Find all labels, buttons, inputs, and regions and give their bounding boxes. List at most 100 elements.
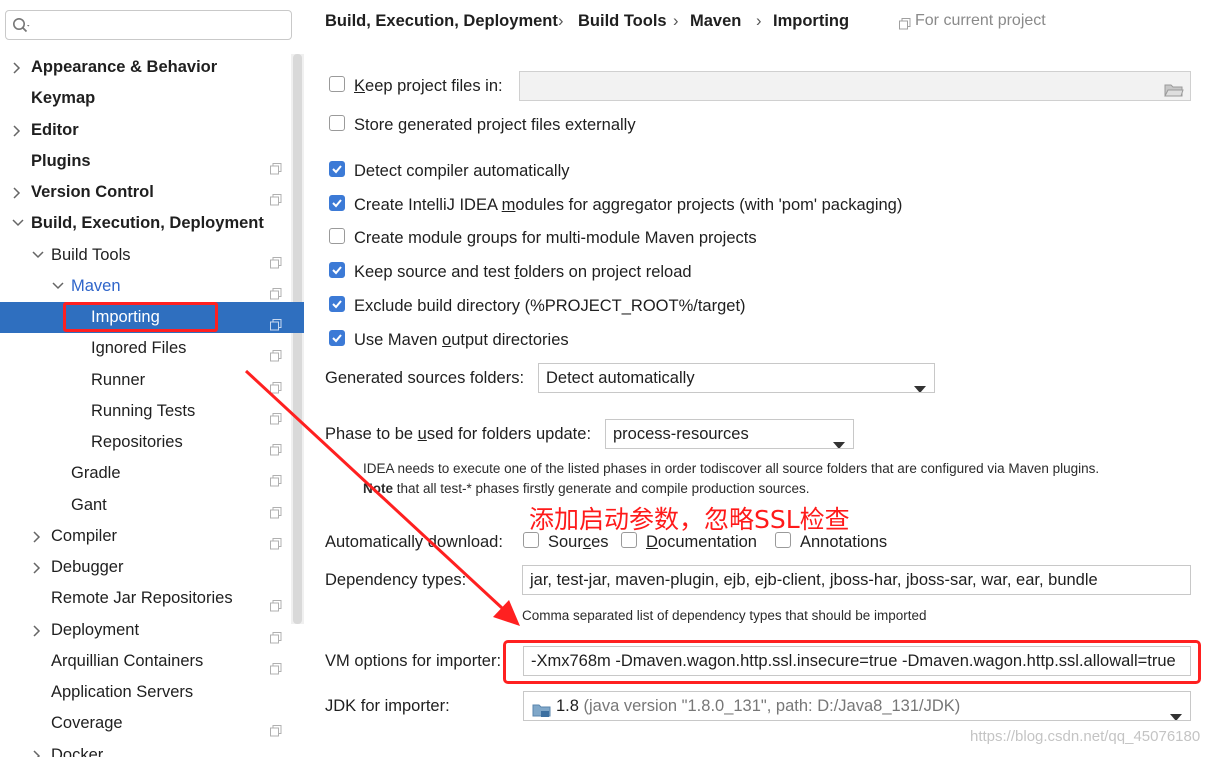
checkbox-label: Use Maven output directories	[354, 331, 569, 349]
keep-source-checkbox[interactable]	[329, 262, 345, 278]
create-groups-checkbox[interactable]	[329, 228, 345, 244]
dependency-types-hint: Comma separated list of dependency types…	[522, 608, 927, 623]
folder-icon[interactable]	[1164, 79, 1184, 100]
tree-item-label: Build, Execution, Deployment	[31, 214, 264, 232]
keep-project-files-checkbox-row[interactable]: Keep project files in:	[329, 74, 509, 98]
phase-label: Phase to be used for folders update:	[325, 425, 592, 443]
breadcrumb-item[interactable]: Build, Execution, Deployment	[325, 9, 558, 33]
chevron-down-icon[interactable]	[30, 240, 44, 271]
chevron-right-icon[interactable]	[30, 552, 44, 583]
search-input[interactable]	[36, 15, 290, 37]
detect-compiler-checkbox[interactable]	[329, 161, 345, 177]
tree-item-label: Debugger	[51, 558, 124, 576]
tree-item-label: Ignored Files	[91, 339, 187, 357]
checkbox-label: Keep project files in:	[354, 77, 503, 95]
vm-options-label: VM options for importer:	[325, 652, 502, 670]
chevron-down-icon[interactable]	[50, 271, 64, 302]
breadcrumb-item[interactable]: Build Tools	[578, 9, 667, 33]
tree-item-debugger[interactable]: Debugger	[0, 552, 291, 583]
checkbox-label: Detect compiler automatically	[354, 162, 570, 180]
chevron-right-icon[interactable]	[10, 52, 24, 83]
tree-item-label: Repositories	[91, 433, 183, 451]
tree-item-gradle[interactable]: Gradle	[0, 458, 291, 489]
dropdown-arrow-icon[interactable]	[833, 431, 845, 448]
tree-item-label: Editor	[31, 121, 79, 139]
watermark: https://blog.csdn.net/qq_45076180	[970, 728, 1201, 745]
jdk-dropdown[interactable]: 1.8 (java version "1.8.0_131", path: D:/…	[523, 691, 1191, 721]
breadcrumb-separator: ›	[558, 12, 564, 30]
tree-item-label: Application Servers	[51, 683, 194, 701]
tree-item-label: Docker	[51, 746, 104, 757]
breadcrumb-item[interactable]: Maven	[690, 9, 741, 33]
detect-compiler-checkbox-row[interactable]: Detect compiler automatically	[329, 159, 609, 183]
tree-item-coverage[interactable]: Coverage	[0, 708, 291, 739]
scrollbar-thumb[interactable]	[293, 54, 302, 624]
breadcrumb-separator: ›	[673, 12, 679, 30]
generated-sources-dropdown[interactable]: Detect automatically	[538, 363, 935, 393]
chevron-down-icon[interactable]	[10, 208, 24, 239]
tree-item-application-servers[interactable]: Application Servers	[0, 677, 291, 708]
phase-hint-line-2: Note that all test-* phases firstly gene…	[363, 481, 810, 496]
tree-item-label: Coverage	[51, 714, 123, 732]
project-scope-icon	[899, 14, 911, 38]
tree-item-label: Maven	[71, 277, 121, 295]
chevron-right-icon[interactable]	[30, 740, 44, 757]
create-modules-checkbox[interactable]	[329, 195, 345, 211]
settings-sidebar: Appearance & Behavior Keymap Editor Plug…	[0, 0, 304, 757]
tree-item-keymap[interactable]: Keymap	[0, 83, 291, 114]
checkbox-label: Store generated project files externally	[354, 116, 636, 134]
tree-item-label: Version Control	[31, 183, 154, 201]
annotation-text: 添加启动参数，忽略SSL检查	[529, 505, 850, 534]
tree-item-label: Compiler	[51, 527, 118, 545]
annotation-highlight-vm-options	[503, 640, 1201, 684]
sidebar-scrollbar[interactable]	[291, 54, 304, 624]
keep-project-files-checkbox[interactable]	[329, 76, 345, 92]
phase-hint-line-1: IDEA needs to execute one of the listed …	[363, 461, 1100, 476]
tree-item-maven[interactable]: Maven	[0, 271, 291, 302]
tree-item-gant[interactable]: Gant	[0, 490, 291, 521]
store-generated-checkbox-row[interactable]: Store generated project files externally	[329, 113, 669, 137]
tree-item-arquillian-containers[interactable]: Arquillian Containers	[0, 646, 291, 677]
tree-item-repositories[interactable]: Repositories	[0, 427, 291, 458]
jdk-folder-icon	[532, 699, 552, 720]
tree-item-label: Keymap	[31, 89, 96, 107]
use-output-checkbox[interactable]	[329, 330, 345, 346]
tree-item-version-control[interactable]: Version Control	[0, 177, 291, 208]
breadcrumb-item-current: Importing	[773, 12, 850, 30]
tree-item-remote-jar-repositories[interactable]: Remote Jar Repositories	[0, 583, 291, 614]
dropdown-arrow-icon[interactable]	[1170, 703, 1182, 720]
store-generated-checkbox[interactable]	[329, 115, 345, 131]
exclude-build-checkbox-row[interactable]: Exclude build directory (%PROJECT_ROOT%/…	[329, 294, 749, 318]
dependency-types-input[interactable]: jar, test-jar, maven-plugin, ejb, ejb-cl…	[522, 565, 1191, 595]
tree-item-deployment[interactable]: Deployment	[0, 615, 291, 646]
tree-item-compiler[interactable]: Compiler	[0, 521, 291, 552]
dropdown-arrow-icon[interactable]	[914, 375, 926, 392]
chevron-right-icon[interactable]	[30, 615, 44, 646]
project-files-path-field[interactable]	[519, 71, 1191, 101]
checkbox-label: Exclude build directory (%PROJECT_ROOT%/…	[354, 297, 746, 315]
tree-item-editor[interactable]: Editor	[0, 115, 291, 146]
tree-item-label: Plugins	[31, 152, 91, 170]
tree-item-docker[interactable]: Docker	[0, 740, 291, 757]
tree-item-label: Appearance & Behavior	[31, 58, 218, 76]
exclude-build-checkbox[interactable]	[329, 296, 345, 312]
tree-item-running-tests[interactable]: Running Tests	[0, 396, 291, 427]
keep-source-checkbox-row[interactable]: Keep source and test folders on project …	[329, 260, 729, 284]
tree-item-plugins[interactable]: Plugins	[0, 146, 291, 177]
tree-item-label: Running Tests	[91, 402, 196, 420]
create-groups-checkbox-row[interactable]: Create module groups for multi-module Ma…	[329, 226, 779, 250]
tree-item-appearance-behavior[interactable]: Appearance & Behavior	[0, 52, 291, 83]
use-output-checkbox-row[interactable]: Use Maven output directories	[329, 328, 609, 352]
settings-search-box[interactable]	[5, 10, 292, 40]
auto-download-label: Automatically download:	[325, 533, 503, 551]
tree-item-build-execution-deployment[interactable]: Build, Execution, Deployment	[0, 208, 291, 239]
tree-item-build-tools[interactable]: Build Tools	[0, 240, 291, 271]
tree-item-label: Runner	[91, 371, 146, 389]
phase-dropdown[interactable]: process-resources	[605, 419, 854, 449]
chevron-right-icon[interactable]	[10, 177, 24, 208]
tree-item-runner[interactable]: Runner	[0, 365, 291, 396]
chevron-right-icon[interactable]	[30, 521, 44, 552]
chevron-right-icon[interactable]	[10, 115, 24, 146]
create-modules-checkbox-row[interactable]: Create IntelliJ IDEA modules for aggrega…	[329, 193, 919, 217]
tree-item-ignored-files[interactable]: Ignored Files	[0, 333, 291, 364]
